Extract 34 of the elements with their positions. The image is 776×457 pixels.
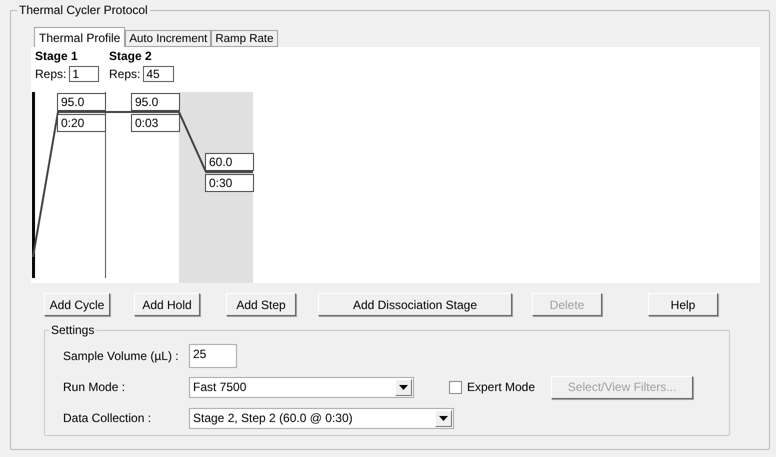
reps-label: Reps: [109, 67, 140, 81]
action-button[interactable]: Add Hold [134, 293, 200, 316]
dropdown-button[interactable] [395, 378, 412, 396]
panel-title: Thermal Cycler Protocol [17, 3, 150, 17]
action-button[interactable]: Add Cycle [44, 293, 110, 316]
field-label: Run Mode : [63, 380, 126, 394]
caret-icon [399, 384, 408, 390]
temperature-field[interactable]: 95.0 [57, 93, 106, 111]
time-field[interactable]: 0:03 [131, 114, 180, 132]
tab[interactable]: Thermal Profile [34, 27, 126, 47]
run-mode-dropdown[interactable]: Fast 7500 [189, 376, 414, 398]
tab[interactable]: Ramp Rate [211, 30, 278, 47]
stage-label: Stage 1 [35, 49, 78, 63]
tab[interactable]: Auto Increment [125, 30, 212, 47]
reps-field[interactable]: 45 [143, 66, 174, 82]
data-collection-dropdown[interactable]: Stage 2, Step 2 (60.0 @ 0:30) [189, 408, 454, 428]
expert-mode-checkbox[interactable] [449, 380, 462, 394]
reps-field[interactable]: 1 [69, 66, 100, 82]
temperature-field[interactable]: 60.0 [205, 152, 254, 171]
reps-label: Reps: [35, 67, 66, 81]
stage-label: Stage 2 [109, 49, 152, 63]
action-button[interactable]: Add Step [226, 293, 296, 316]
dropdown-button[interactable] [435, 410, 452, 426]
temperature-field[interactable]: 95.0 [131, 93, 180, 111]
action-button[interactable]: Add Dissociation Stage [318, 293, 512, 316]
time-field[interactable]: 0:30 [205, 174, 254, 192]
action-button[interactable]: Help [648, 293, 718, 316]
checkbox-label: Expert Mode [467, 380, 536, 394]
field-label: Sample Volume (µL) : [63, 349, 180, 363]
sample-volume-field[interactable]: 25 [189, 344, 237, 368]
field-label: Data Collection : [63, 411, 152, 425]
caret-icon [439, 416, 448, 420]
time-field[interactable]: 0:20 [57, 114, 106, 132]
settings-title: Settings [49, 323, 96, 337]
